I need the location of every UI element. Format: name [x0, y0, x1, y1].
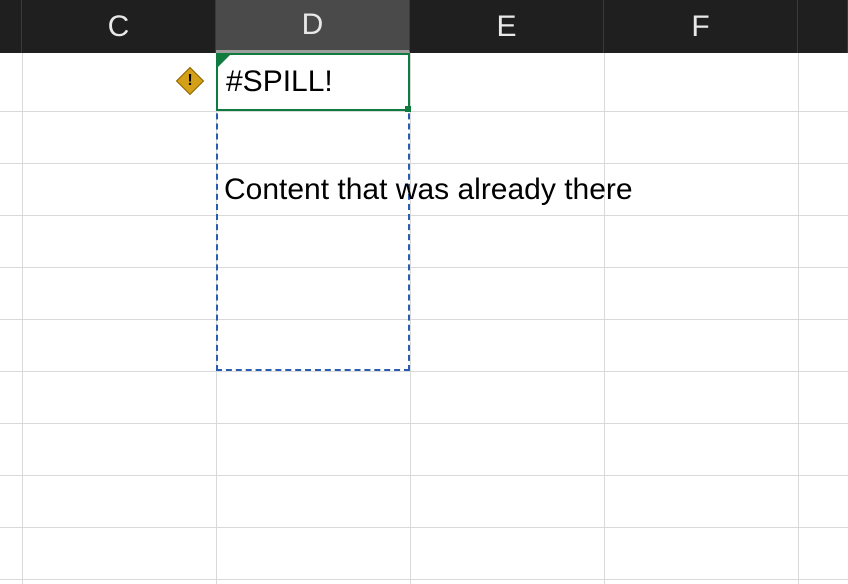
error-indicator-button[interactable]: !: [176, 67, 204, 95]
cell-D3-text: Content that was already there: [224, 175, 633, 205]
cell-C4[interactable]: [22, 215, 216, 267]
active-cell-value: #SPILL!: [218, 55, 333, 109]
cell-E5[interactable]: [410, 267, 604, 319]
cell-D4[interactable]: [216, 215, 410, 267]
cell-D2[interactable]: [216, 111, 410, 163]
column-header-row: C D E F: [0, 0, 848, 53]
cell-E4[interactable]: [410, 215, 604, 267]
cell-C2[interactable]: [22, 111, 216, 163]
column-header-label: F: [691, 10, 709, 44]
column-header-overflow: [798, 0, 848, 53]
column-header-gutter: [0, 0, 22, 53]
cell-C3[interactable]: [22, 163, 216, 215]
cell-E2[interactable]: [410, 111, 604, 163]
cell-F4[interactable]: [604, 215, 798, 267]
spreadsheet-viewport: C D E F: [0, 0, 848, 584]
cell-D6[interactable]: [216, 319, 410, 371]
cell-F6[interactable]: [604, 319, 798, 371]
cell-F5[interactable]: [604, 267, 798, 319]
cell-D5[interactable]: [216, 267, 410, 319]
cell-C6[interactable]: [22, 319, 216, 371]
column-header-F[interactable]: F: [604, 0, 798, 53]
cell-E6[interactable]: [410, 319, 604, 371]
cell-F3[interactable]: [604, 163, 798, 215]
grid[interactable]: Content that was already there #SPILL! !: [0, 53, 848, 584]
gridline-horizontal: [0, 423, 848, 424]
column-header-D[interactable]: D: [216, 0, 410, 53]
active-cell-D1[interactable]: #SPILL!: [216, 53, 410, 111]
gridline-horizontal: [0, 579, 848, 580]
column-header-label: E: [496, 10, 516, 44]
cell-F1[interactable]: [604, 53, 798, 111]
column-header-E[interactable]: E: [410, 0, 604, 53]
gridline-horizontal: [0, 527, 848, 528]
cell-E1[interactable]: [410, 53, 604, 111]
fill-handle[interactable]: [405, 106, 411, 112]
column-header-C[interactable]: C: [22, 0, 216, 53]
column-header-label: C: [108, 10, 130, 44]
gridline-horizontal: [0, 475, 848, 476]
cell-C5[interactable]: [22, 267, 216, 319]
column-header-label: D: [302, 8, 324, 42]
warning-bang: !: [187, 72, 192, 90]
cell-F2[interactable]: [604, 111, 798, 163]
gridline-horizontal: [0, 371, 848, 372]
